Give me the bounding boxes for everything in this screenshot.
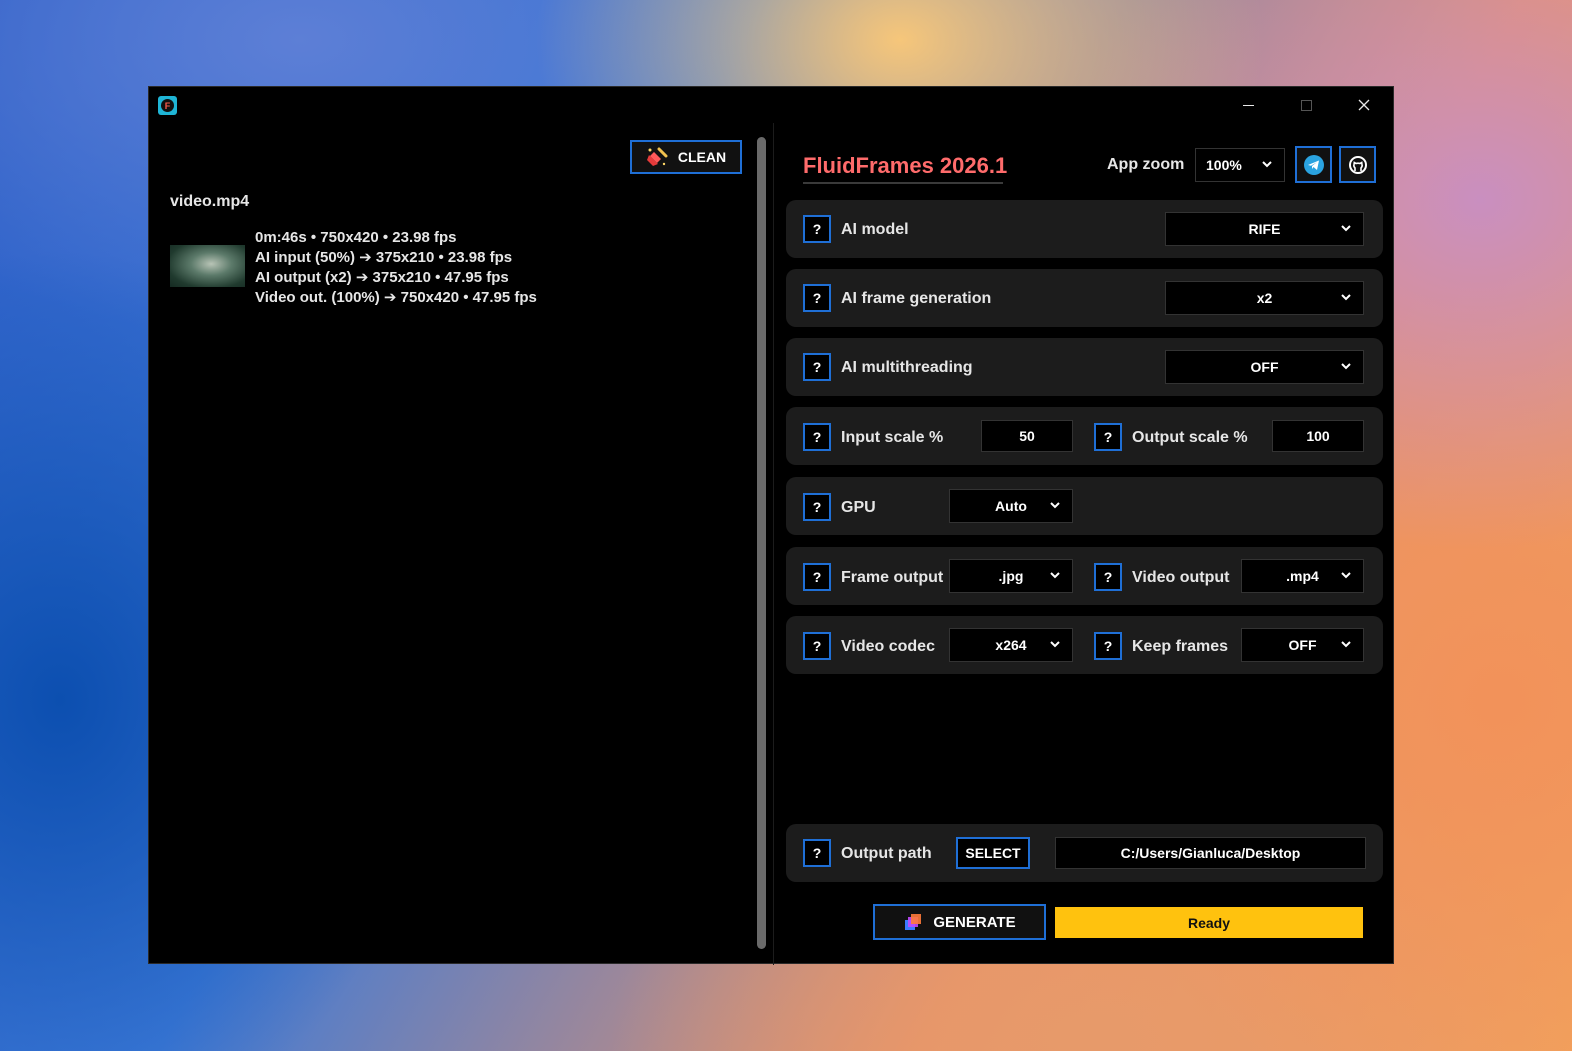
ai-frame-generation-label: AI frame generation: [841, 290, 992, 307]
ai-output-info: AI output (x2) ➔ 375x210 • 47.95 fps: [255, 269, 509, 286]
output-scale-help-button[interactable]: ?: [1094, 423, 1122, 451]
telegram-icon: [1303, 154, 1324, 175]
chevron-down-icon: [1050, 641, 1060, 648]
frame-output-dropdown[interactable]: .jpg: [949, 559, 1073, 593]
input-scale-label: Input scale %: [841, 429, 944, 446]
gpu-value: Auto: [995, 498, 1027, 514]
ai-multithreading-value: OFF: [1250, 359, 1279, 375]
output-path-row: ? Output path SELECT C:/Users/Gianluca/D…: [786, 824, 1383, 882]
ai-model-label: AI model: [841, 221, 909, 238]
keep-frames-dropdown[interactable]: OFF: [1241, 628, 1364, 662]
ai-multithreading-dropdown[interactable]: OFF: [1165, 350, 1364, 384]
github-button[interactable]: [1339, 146, 1376, 183]
github-icon: [1348, 155, 1367, 174]
minimize-button[interactable]: [1219, 87, 1277, 123]
video-output-dropdown[interactable]: .mp4: [1241, 559, 1364, 593]
video-codec-help-button[interactable]: ?: [803, 632, 831, 660]
ai-multithreading-row: ? AI multithreading OFF: [786, 338, 1383, 396]
codec-row: ? Video codec x264 ? Keep frames OFF: [786, 616, 1383, 674]
file-info: 0m:46s • 750x420 • 23.98 fps AI input (5…: [255, 228, 537, 308]
output-format-row: ? Frame output .jpg ? Video output .mp4: [786, 547, 1383, 605]
frame-output-help-button[interactable]: ?: [803, 563, 831, 591]
chevron-down-icon: [1262, 161, 1272, 168]
maximize-button[interactable]: [1277, 87, 1335, 123]
frame-output-value: .jpg: [998, 568, 1024, 584]
layers-icon: [905, 914, 922, 930]
video-output-label: Video output: [1132, 569, 1230, 586]
output-path-field[interactable]: C:/Users/Gianluca/Desktop: [1055, 837, 1366, 869]
keep-frames-label: Keep frames: [1132, 638, 1229, 655]
status-bar: Ready: [1055, 907, 1363, 938]
ai-frame-generation-help-button[interactable]: ?: [803, 284, 831, 312]
keep-frames-value: OFF: [1288, 637, 1317, 653]
gpu-row: ? GPU Auto: [786, 477, 1383, 535]
output-scale-field[interactable]: 100: [1272, 420, 1364, 452]
minimize-icon: [1242, 104, 1254, 106]
ai-input-info: AI input (50%) ➔ 375x210 • 23.98 fps: [255, 249, 513, 266]
output-scale-label: Output scale %: [1132, 429, 1248, 446]
app-zoom-dropdown[interactable]: 100%: [1195, 148, 1285, 182]
input-scale-help-button[interactable]: ?: [803, 423, 831, 451]
telegram-button[interactable]: [1295, 146, 1332, 183]
file-list-scrollbar[interactable]: [757, 137, 766, 949]
maximize-icon: [1300, 99, 1312, 111]
panel-divider: [773, 123, 774, 965]
file-name: video.mp4: [170, 193, 250, 210]
close-icon: [1358, 99, 1370, 111]
select-path-button[interactable]: SELECT: [956, 837, 1030, 869]
ai-model-value: RIFE: [1248, 221, 1281, 237]
chevron-down-icon: [1050, 572, 1060, 579]
ai-frame-generation-row: ? AI frame generation x2: [786, 269, 1383, 327]
broom-icon: [646, 147, 668, 166]
scale-row: ? Input scale % 50 ? Output scale % 100: [786, 407, 1383, 465]
output-path-label: Output path: [841, 845, 932, 862]
output-path-help-button[interactable]: ?: [803, 839, 831, 867]
gpu-help-button[interactable]: ?: [803, 493, 831, 521]
video-output-value: .mp4: [1286, 568, 1319, 584]
clean-label: CLEAN: [677, 149, 727, 165]
chevron-down-icon: [1341, 572, 1351, 579]
close-button[interactable]: [1335, 87, 1393, 123]
ai-frame-generation-value: x2: [1256, 290, 1273, 306]
video-out-info: Video out. (100%) ➔ 750x420 • 47.95 fps: [255, 289, 537, 306]
video-thumbnail: [170, 245, 245, 287]
ai-frame-generation-dropdown[interactable]: x2: [1165, 281, 1364, 315]
video-output-help-button[interactable]: ?: [1094, 563, 1122, 591]
app-title: FluidFrames 2026.1: [803, 153, 1008, 178]
app-logo-icon: F: [158, 96, 177, 115]
clean-button[interactable]: CLEAN: [630, 140, 742, 174]
chevron-down-icon: [1341, 225, 1351, 232]
ai-model-row: ? AI model RIFE: [786, 200, 1383, 258]
file-duration-info: 0m:46s • 750x420 • 23.98 fps: [255, 229, 457, 246]
ai-multithreading-help-button[interactable]: ?: [803, 353, 831, 381]
chevron-down-icon: [1341, 641, 1351, 648]
ai-model-help-button[interactable]: ?: [803, 215, 831, 243]
title-underline: [803, 182, 1003, 184]
ai-model-dropdown[interactable]: RIFE: [1165, 212, 1364, 246]
chevron-down-icon: [1050, 502, 1060, 509]
app-zoom-value: 100%: [1206, 157, 1242, 173]
gpu-label: GPU: [841, 499, 876, 516]
frame-output-label: Frame output: [841, 569, 944, 586]
video-codec-dropdown[interactable]: x264: [949, 628, 1073, 662]
keep-frames-help-button[interactable]: ?: [1094, 632, 1122, 660]
ai-multithreading-label: AI multithreading: [841, 359, 973, 376]
app-window: F CLEAN video.mp4 0m:46s • 750x420 • 23.…: [148, 86, 1394, 965]
gpu-dropdown[interactable]: Auto: [949, 489, 1073, 523]
app-zoom-label: App zoom: [1107, 156, 1185, 173]
video-codec-label: Video codec: [841, 638, 935, 655]
generate-button[interactable]: GENERATE: [873, 904, 1046, 940]
input-scale-field[interactable]: 50: [981, 420, 1073, 452]
chevron-down-icon: [1341, 363, 1351, 370]
chevron-down-icon: [1341, 294, 1351, 301]
title-bar[interactable]: F: [149, 87, 1393, 123]
generate-label: GENERATE: [933, 913, 1016, 931]
video-codec-value: x264: [995, 637, 1027, 653]
